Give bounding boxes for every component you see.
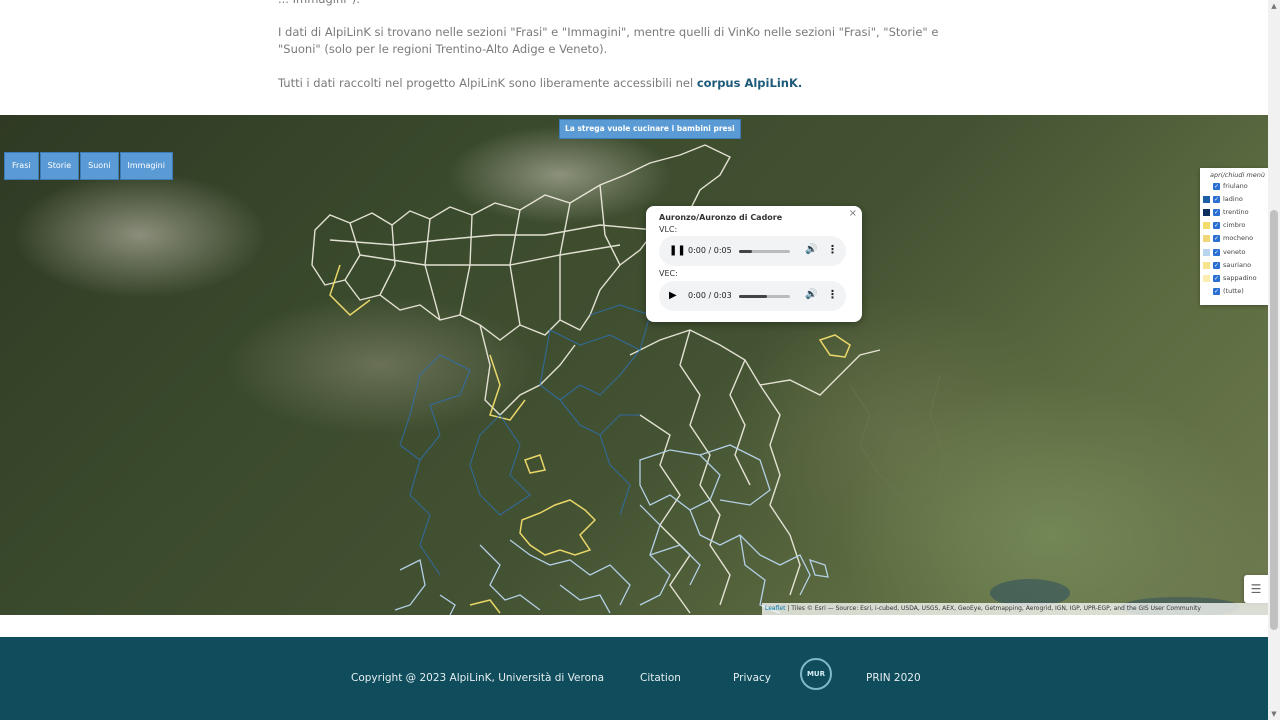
region-borders [311,144,1240,615]
pause-icon[interactable]: ❚❚ [669,245,686,256]
intro-text-data-sources: I dati di AlpiLinK si trovano nelle sezi… [278,25,939,56]
volume-icon[interactable]: 🔊 [805,289,817,300]
footer-copyright: Copyright @ 2023 AlpiLinK, Università di… [351,672,605,684]
legend-label: ladino [1223,195,1243,203]
legend-checkbox[interactable]: ✓ [1213,195,1220,203]
audio-time: 0:00 / 0:05 [688,246,732,255]
legend-swatch [1203,221,1210,229]
legend-item[interactable]: ✓ sappadino [1203,273,1257,283]
recording-label-vlc: VLC: [659,225,678,234]
legend-item[interactable]: ✓ sauriano [1203,260,1251,270]
satellite-map[interactable]: La strega vuole cucinare i bambini presi… [0,115,1268,615]
tab-storie[interactable]: Storie [39,152,80,180]
legend-label: sappadino [1223,274,1257,282]
legend-swatch [1203,234,1210,242]
legend-item[interactable]: ✓ trentino [1203,207,1249,217]
legend-label: (tutte) [1223,287,1244,295]
legend-checkbox[interactable]: ✓ [1213,234,1220,242]
legend-swatch [1203,274,1210,282]
attribution-text: | Tiles © Esri — Source: Esri, i-cubed, … [785,605,1201,612]
legend-item[interactable]: ✓ friulano [1203,181,1248,191]
legend-swatch [1203,248,1210,256]
scroll-up-icon[interactable]: ▲ [1270,2,1278,10]
legend-swatch [1203,261,1210,269]
legend-checkbox[interactable]: ✓ [1213,182,1220,190]
legend-panel: apri/chiudi menù ✓ friulano ✓ ladino ✓ trenti… [1200,168,1268,305]
legend-checkbox[interactable]: ✓ [1213,261,1220,269]
intro-section: ... Immagini"). I dati di AlpiLinK si tr… [0,0,1268,115]
legend-checkbox[interactable]: ✓ [1213,221,1220,229]
tab-suoni[interactable]: Suoni [80,152,119,180]
audio-player-vec[interactable]: ▶ 0:00 / 0:03 🔊 ⋮ [659,281,846,311]
more-options-icon[interactable]: ⋮ [827,288,838,301]
legend-item[interactable]: ✓ veneto [1203,247,1246,257]
footer-prin: PRIN 2020 [866,672,921,684]
intro-text-top: ... Immagini"). [278,0,360,8]
scroll-down-icon[interactable]: ▼ [1270,710,1278,718]
volume-icon[interactable]: 🔊 [805,244,817,255]
legend-label: friulano [1223,182,1248,190]
legend-item[interactable]: ✓ ladino [1203,194,1243,204]
legend-label: mocheno [1223,234,1254,242]
audio-progress-slider[interactable] [739,295,790,298]
legend-checkbox[interactable]: ✓ [1213,274,1220,282]
popup-close-button[interactable]: × [849,208,857,219]
legend-checkbox[interactable]: ✓ [1213,208,1220,216]
location-popup: Auronzo/Auronzo di Cadore × VLC: ❚❚ 0:00… [646,206,862,322]
audio-progress-fill [739,250,752,253]
mur-logo: MUR [800,658,832,690]
footer: Copyright @ 2023 AlpiLinK, Università di… [0,637,1268,720]
recording-label-vec: VEC: [659,269,678,278]
page-scrollbar[interactable]: ▲ ▼ [1268,0,1280,720]
legend-swatch [1203,208,1210,216]
intro-text-corpus: Tutti i dati raccolti nel progetto AlpiL… [278,75,802,92]
legend-checkbox[interactable]: ✓ [1213,287,1220,295]
legend-label: cimbro [1223,221,1246,229]
audio-progress-slider[interactable] [739,250,790,253]
intro-corpus-text: Tutti i dati raccolti nel progetto AlpiL… [278,76,697,90]
audio-progress-fill [739,295,768,298]
legend-swatch [1203,182,1210,190]
tab-frasi[interactable]: Frasi [4,152,39,180]
legend-swatch [1203,195,1210,203]
audio-player-vlc[interactable]: ❚❚ 0:00 / 0:05 🔊 ⋮ [659,236,846,266]
story-title-button[interactable]: La strega vuole cucinare i bambini presi [559,119,741,139]
more-options-icon[interactable]: ⋮ [827,243,838,256]
footer-citation-link[interactable]: Citation [640,672,681,684]
popup-title: Auronzo/Auronzo di Cadore [659,213,783,222]
legend-toggle[interactable]: apri/chiudi menù [1210,171,1265,179]
audio-time: 0:00 / 0:03 [688,291,732,300]
map-tab-bar: Frasi Storie Suoni Immagini [4,152,173,180]
footer-privacy-link[interactable]: Privacy [733,672,771,684]
play-icon[interactable]: ▶ [669,290,677,301]
legend-item[interactable]: ✓ cimbro [1203,220,1245,230]
corpus-link[interactable]: corpus AlpiLinK. [697,76,802,90]
legend-label: sauriano [1223,261,1252,269]
map-attribution: Leaflet | Tiles © Esri — Source: Esri, i… [762,603,1268,615]
layers-icon[interactable]: ☰ [1244,575,1268,603]
tab-immagini[interactable]: Immagini [119,152,173,180]
legend-swatch [1203,288,1210,295]
leaflet-link[interactable]: Leaflet [765,605,785,612]
legend-checkbox[interactable]: ✓ [1213,248,1220,256]
legend-item[interactable]: ✓ mocheno [1203,233,1253,243]
scroll-thumb[interactable] [1270,210,1278,630]
legend-item[interactable]: ✓ (tutte) [1203,286,1244,296]
legend-label: veneto [1223,248,1246,256]
legend-label: trentino [1223,208,1249,216]
